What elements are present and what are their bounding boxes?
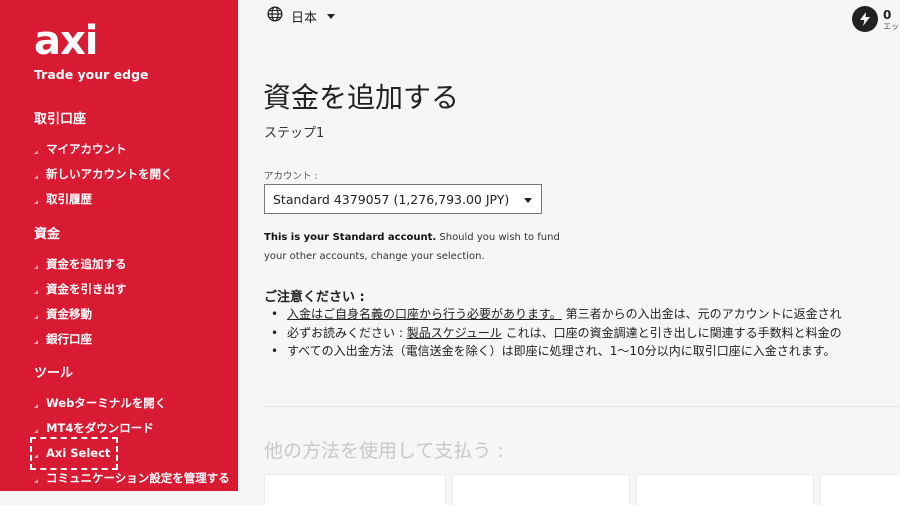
sidebar-item-label: 資金を引き出す xyxy=(46,282,127,296)
nav-section-funds: 資金 資金を追加する 資金を引き出す 資金移動 銀行口座 xyxy=(34,227,127,352)
sidebar-item-label: 資金移動 xyxy=(46,307,92,321)
globe-icon xyxy=(267,6,283,26)
bullet-triangle-icon xyxy=(34,453,38,458)
own-name-account-link[interactable]: 入金はご自身名義の口座から行う必要があります。 xyxy=(287,307,562,321)
account-info-text: This is your Standard account. Should yo… xyxy=(264,228,564,266)
sidebar-item-communication-settings[interactable]: コミュニケーション設定を管理する xyxy=(34,466,230,491)
nav-heading: ツール xyxy=(34,366,74,381)
chevron-down-icon xyxy=(327,13,336,19)
account-info-bold: This is your Standard account. xyxy=(264,232,437,243)
sidebar-item-label: 新しいアカウントを開く xyxy=(46,167,173,181)
sidebar-item-label: Axi Select xyxy=(46,446,111,460)
badge-sub-label: エッ xyxy=(883,22,899,31)
tagline: Trade your edge xyxy=(34,67,149,82)
bullet-triangle-icon xyxy=(34,174,38,179)
bullet-triangle-icon xyxy=(34,478,38,483)
sidebar-item-download-mt4[interactable]: MT4をダウンロード xyxy=(34,416,230,441)
sidebar-item-label: Webターミナルを開く xyxy=(46,396,167,410)
bullet-triangle-icon xyxy=(34,289,38,294)
lightning-badge-button[interactable] xyxy=(852,6,878,32)
payment-method-card[interactable] xyxy=(820,474,900,505)
sidebar-item-axi-select[interactable]: Axi Select xyxy=(30,437,118,470)
account-select-value: Standard 4379057 (1,276,793.00 JPY) xyxy=(273,191,510,207)
product-schedule-link[interactable]: 製品スケジュール xyxy=(407,326,502,340)
notice-text: これは、口座の資金調達と引き出しに関連する手数料と料金の xyxy=(501,325,842,340)
sidebar-item-withdraw-funds[interactable]: 資金を引き出す xyxy=(34,277,127,302)
account-select[interactable]: Standard 4379057 (1,276,793.00 JPY) xyxy=(264,184,542,214)
bullet-triangle-icon xyxy=(34,264,38,269)
notice-item: 必ずお読みください : 製品スケジュール これは、口座の資金調達と引き出しに関連… xyxy=(271,324,900,343)
nav-section-tools: ツール Webターミナルを開く MT4をダウンロード Axi Select コミ… xyxy=(30,366,230,491)
notice-prefix: 必ずお読みください : xyxy=(287,325,407,340)
bullet-triangle-icon xyxy=(34,428,38,433)
notice-title: ご注意ください : xyxy=(264,290,365,305)
sidebar-item-label: MT4をダウンロード xyxy=(46,421,154,435)
notice-list: 入金はご自身名義の口座から行う必要があります。 第三者からの入出金は、元のアカウ… xyxy=(271,305,900,361)
nav-heading: 資金 xyxy=(34,227,61,242)
payment-method-card[interactable] xyxy=(452,474,630,505)
sidebar-item-label: マイアカウント xyxy=(46,142,127,156)
account-field-label: アカウント : xyxy=(264,171,318,182)
sidebar-item-label: 銀行口座 xyxy=(46,332,92,346)
sidebar-item-label: コミュニケーション設定を管理する xyxy=(46,471,230,485)
sidebar: axi Trade your edge 取引口座 マイアカウント 新しいアカウン… xyxy=(0,0,238,491)
notice-item: 入金はご自身名義の口座から行う必要があります。 第三者からの入出金は、元のアカウ… xyxy=(271,305,900,324)
sidebar-item-add-funds[interactable]: 資金を追加する xyxy=(34,252,127,277)
axi-logo[interactable]: axi xyxy=(34,18,154,64)
nav-section-trading-accounts: 取引口座 マイアカウント 新しいアカウントを開く 取引履歴 xyxy=(34,112,173,212)
language-label: 日本 xyxy=(291,10,318,26)
sidebar-item-label: 資金を追加する xyxy=(46,257,127,271)
page-title: 資金を追加する xyxy=(263,81,460,114)
payment-method-card[interactable] xyxy=(264,474,446,505)
notice-text: 第三者からの入出金は、元のアカウントに返金され xyxy=(561,307,842,321)
sidebar-item-web-terminal[interactable]: Webターミナルを開く xyxy=(34,391,230,416)
sidebar-item-open-account[interactable]: 新しいアカウントを開く xyxy=(34,162,173,187)
lightning-icon xyxy=(860,12,870,26)
language-selector[interactable]: 日本 xyxy=(267,6,336,26)
sidebar-item-my-account[interactable]: マイアカウント xyxy=(34,137,173,162)
payment-method-card[interactable] xyxy=(636,474,814,505)
other-methods-heading: 他の方法を使用して支払う : xyxy=(264,440,504,462)
sidebar-item-trade-history[interactable]: 取引履歴 xyxy=(34,187,173,212)
logo-text: axi xyxy=(34,18,99,64)
bullet-triangle-icon xyxy=(34,314,38,319)
chevron-down-icon xyxy=(524,198,532,203)
bullet-triangle-icon xyxy=(34,199,38,204)
section-divider xyxy=(264,406,900,407)
notice-text: すべての入出金方法（電信送金を除く）は即座に処理され、1〜10分以内に取引口座に… xyxy=(287,344,836,358)
step-label: ステップ1 xyxy=(264,126,325,141)
badge-count: 0 xyxy=(883,8,892,22)
nav-heading: 取引口座 xyxy=(34,112,87,127)
bullet-triangle-icon xyxy=(34,149,38,154)
sidebar-item-transfer-funds[interactable]: 資金移動 xyxy=(34,302,127,327)
sidebar-item-label: 取引履歴 xyxy=(46,192,92,206)
notice-item: すべての入出金方法（電信送金を除く）は即座に処理され、1〜10分以内に取引口座に… xyxy=(271,342,900,361)
bullet-triangle-icon xyxy=(34,339,38,344)
bullet-triangle-icon xyxy=(34,403,38,408)
sidebar-item-bank-accounts[interactable]: 銀行口座 xyxy=(34,327,127,352)
